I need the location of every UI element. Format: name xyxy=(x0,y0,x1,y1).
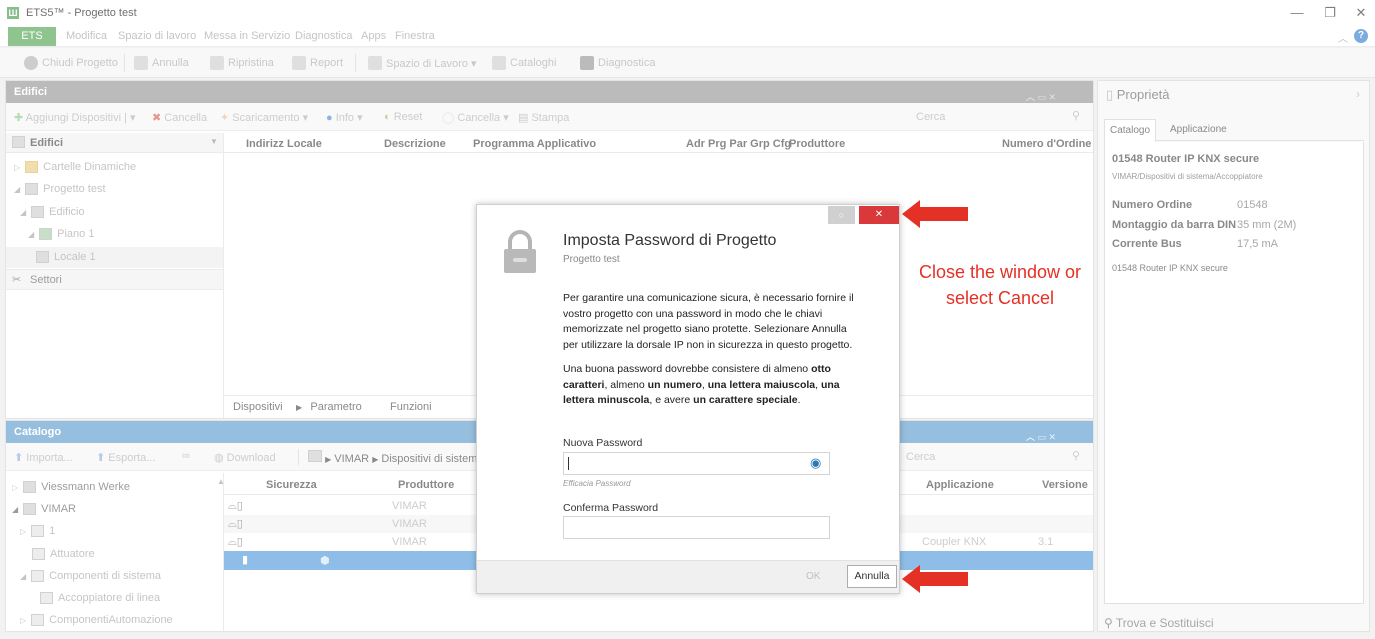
guidance-bold: una lettera maiuscola xyxy=(707,378,816,391)
dialog-subtitle: Progetto test xyxy=(563,254,620,265)
password-strength-label: Efficacia Password xyxy=(563,479,631,488)
annotation-arrow-cancel xyxy=(902,565,968,593)
show-password-eye-icon[interactable]: ◉ xyxy=(810,455,821,471)
annotation-line-2: select Cancel xyxy=(945,288,1055,308)
confirm-password-label: Conferma Password xyxy=(563,502,659,514)
cancel-button[interactable]: Annulla xyxy=(847,565,897,588)
dialog-close-button[interactable]: ✕ xyxy=(859,206,899,224)
guidance-text: , almeno xyxy=(604,378,648,391)
set-password-dialog: ○ ✕ Imposta Password di Progetto Progett… xyxy=(476,204,900,594)
text-cursor xyxy=(568,457,569,470)
new-password-label: Nuova Password xyxy=(563,437,643,449)
annotation-arrow-close xyxy=(902,200,968,228)
dialog-title: Imposta Password di Progetto xyxy=(563,232,777,249)
new-password-field[interactable]: ◉ xyxy=(563,452,830,475)
guidance-text: Una buona password dovrebbe consistere d… xyxy=(563,363,812,375)
dialog-explanation: Per garantire una comunicazione sicura, … xyxy=(563,292,854,351)
guidance-text: , e avere xyxy=(649,394,694,406)
dialog-footer: OK Annulla xyxy=(477,560,899,593)
annotation-text: Close the window or select Cancel xyxy=(905,259,1095,311)
confirm-password-field[interactable] xyxy=(563,516,830,539)
ok-button[interactable]: OK xyxy=(806,571,820,582)
guidance-bold: un numero xyxy=(647,378,702,391)
dialog-help-button[interactable]: ○ xyxy=(828,206,855,224)
lock-icon xyxy=(504,230,536,273)
guidance-text: . xyxy=(797,394,801,406)
guidance-bold: un carattere speciale xyxy=(693,394,798,406)
annotation-line-1: Close the window or xyxy=(918,262,1082,282)
password-guidance: Una buona password dovrebbe consistere d… xyxy=(563,362,857,409)
